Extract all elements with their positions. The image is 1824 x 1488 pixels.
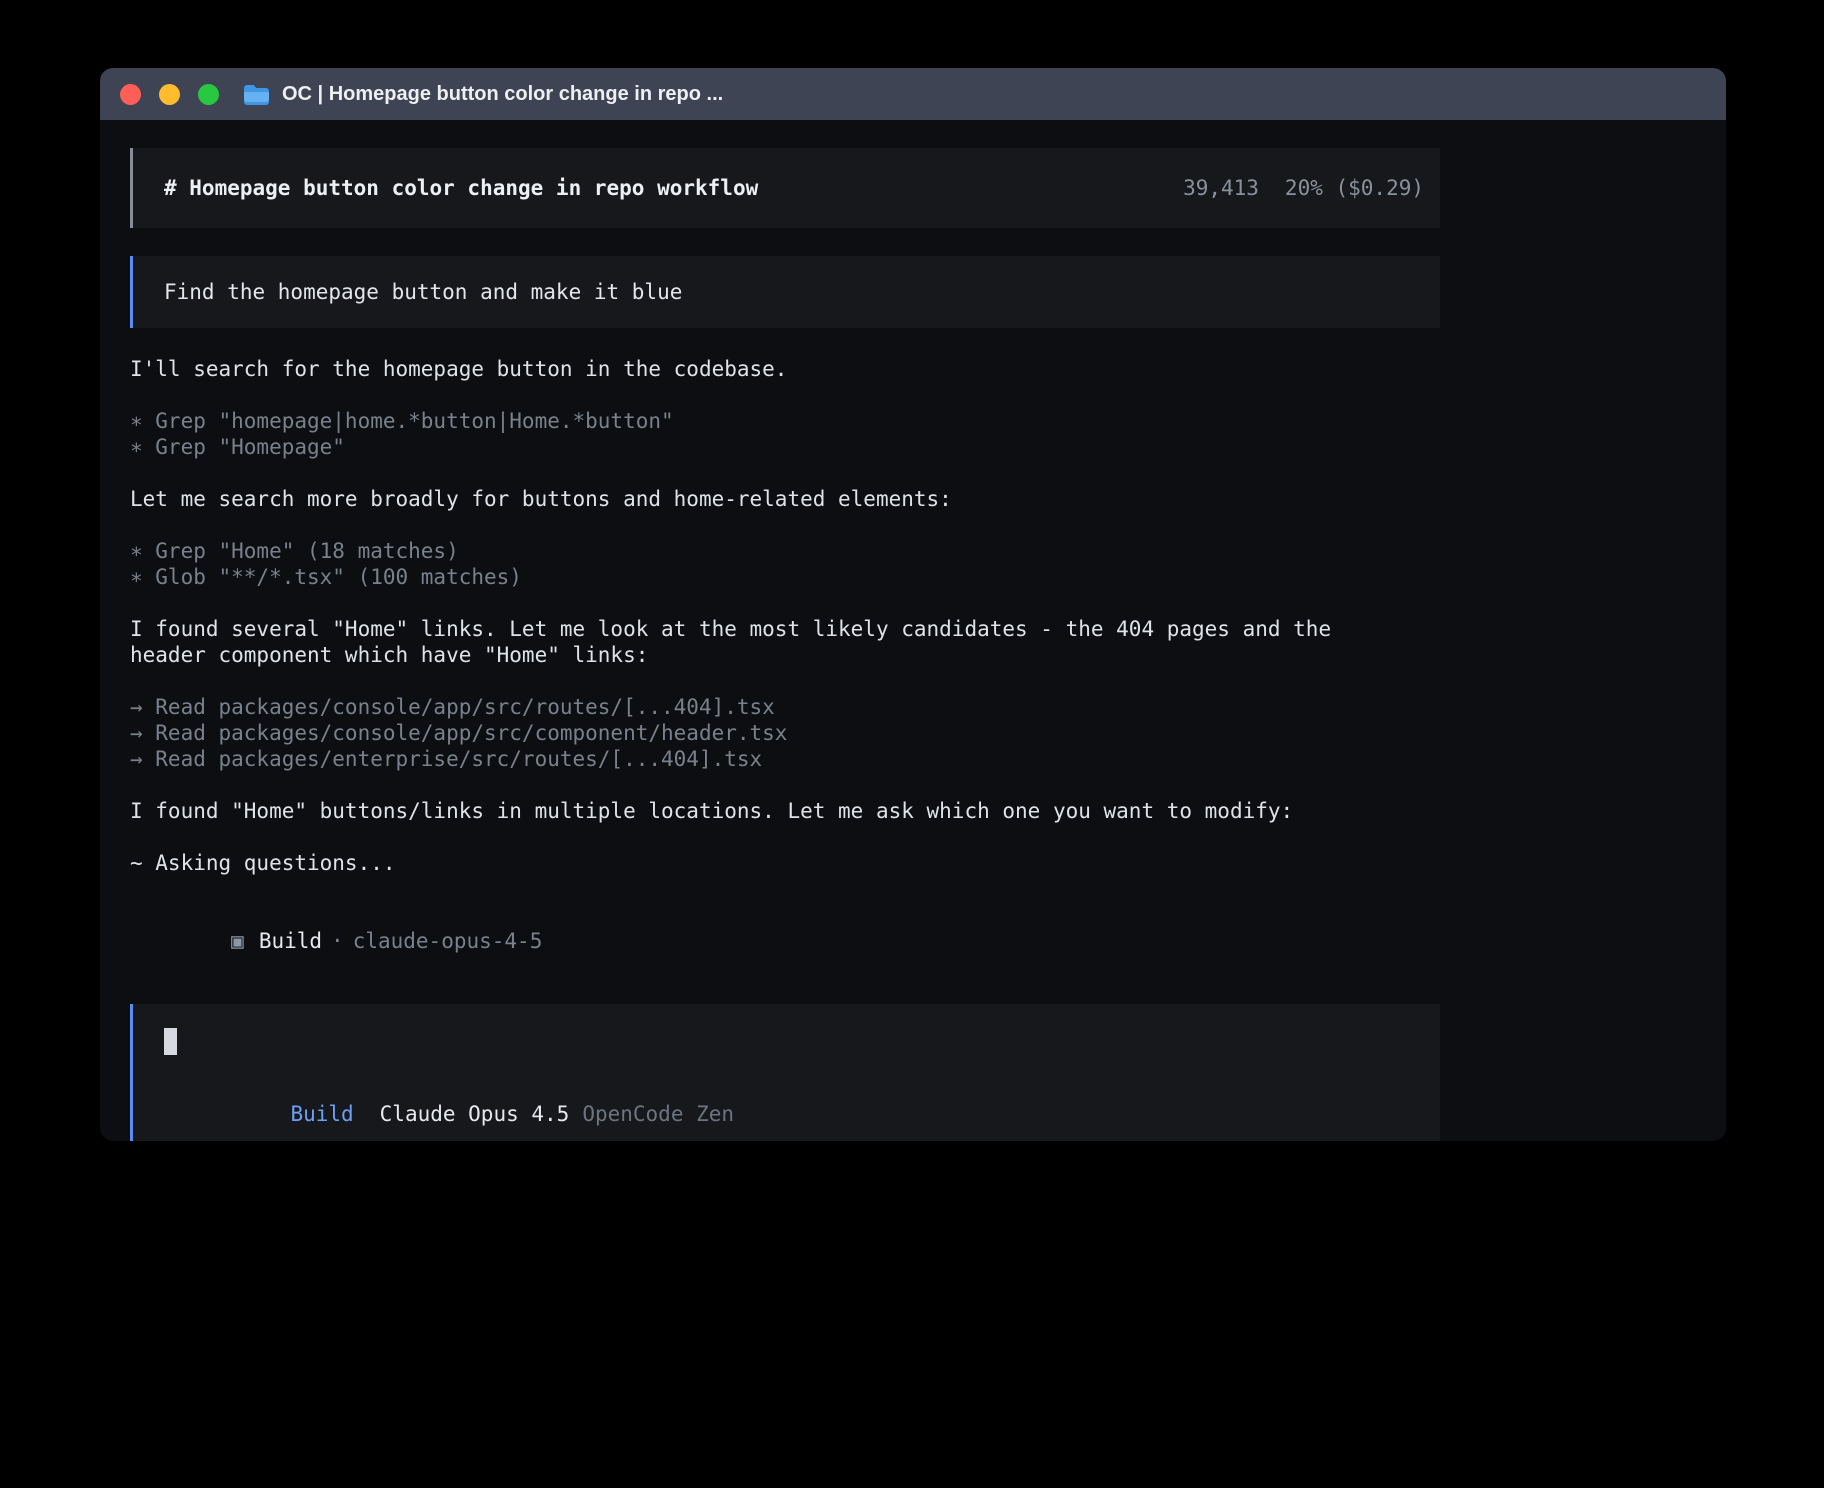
model-label: Claude Opus 4.5 bbox=[380, 1102, 570, 1126]
zoom-button[interactable] bbox=[198, 84, 219, 105]
tool-call-line: ∗ Grep "Home" (18 matches) bbox=[130, 538, 1440, 564]
assistant-message: I'll search for the homepage button in t… bbox=[130, 356, 1440, 382]
provider-label: OpenCode Zen bbox=[582, 1102, 734, 1126]
assistant-status-message: ~ Asking questions... bbox=[130, 850, 1440, 876]
tool-call-line: ∗ Glob "**/*.tsx" (100 matches) bbox=[130, 564, 1440, 590]
context-usage: 20% ($0.29) bbox=[1285, 176, 1424, 200]
tool-call-group: ∗ Grep "homepage|home.*button|Home.*butt… bbox=[130, 408, 1440, 460]
content-column: # Homepage button color change in repo w… bbox=[130, 148, 1440, 1141]
agent-status-line: ▣ Build · claude-opus-4-5 bbox=[130, 902, 1440, 980]
user-message: Find the homepage button and make it blu… bbox=[130, 256, 1440, 328]
terminal-window: OC | Homepage button color change in rep… bbox=[100, 68, 1726, 1141]
assistant-text-line: I'll search for the homepage button in t… bbox=[130, 356, 1440, 382]
assistant-message: I found several "Home" links. Let me loo… bbox=[130, 616, 1440, 668]
window-title: OC | Homepage button color change in rep… bbox=[282, 83, 723, 106]
agent-separator: · bbox=[331, 929, 344, 953]
assistant-text-line: I found several "Home" links. Let me loo… bbox=[130, 616, 1440, 642]
tool-call-line: ∗ Grep "Homepage" bbox=[130, 434, 1440, 460]
tool-call-group: → Read packages/console/app/src/routes/[… bbox=[130, 694, 1440, 772]
prompt-input[interactable]: Build Claude Opus 4.5 OpenCode Zen bbox=[130, 1004, 1440, 1141]
input-meta: Build Claude Opus 4.5 OpenCode Zen bbox=[164, 1075, 1409, 1141]
terminal-content: # Homepage button color change in repo w… bbox=[100, 120, 1726, 1141]
folder-icon bbox=[243, 83, 270, 106]
tool-call-line: → Read packages/console/app/src/componen… bbox=[130, 720, 1440, 746]
minimize-button[interactable] bbox=[159, 84, 180, 105]
session-stats: 39,413 20% ($0.29) bbox=[1183, 176, 1424, 200]
tool-call-group: ∗ Grep "Home" (18 matches) ∗ Glob "**/*.… bbox=[130, 538, 1440, 590]
assistant-status-line: ~ Asking questions... bbox=[130, 850, 1440, 876]
agent-name: Build bbox=[259, 929, 322, 953]
tool-call-line: → Read packages/console/app/src/routes/[… bbox=[130, 694, 1440, 720]
assistant-text-line: I found "Home" buttons/links in multiple… bbox=[130, 798, 1440, 824]
close-button[interactable] bbox=[120, 84, 141, 105]
text-cursor bbox=[164, 1028, 177, 1055]
assistant-message: I found "Home" buttons/links in multiple… bbox=[130, 798, 1440, 824]
agent-mode-label[interactable]: Build bbox=[290, 1102, 353, 1126]
tool-call-line: ∗ Grep "homepage|home.*button|Home.*butt… bbox=[130, 408, 1440, 434]
user-message-text: Find the homepage button and make it blu… bbox=[164, 280, 682, 304]
assistant-text-line: Let me search more broadly for buttons a… bbox=[130, 486, 1440, 512]
traffic-lights bbox=[120, 84, 219, 105]
transcript: I'll search for the homepage button in t… bbox=[130, 356, 1440, 876]
session-header: # Homepage button color change in repo w… bbox=[130, 148, 1440, 228]
session-title: # Homepage button color change in repo w… bbox=[164, 176, 758, 200]
agent-model: claude-opus-4-5 bbox=[353, 929, 543, 953]
token-count: 39,413 bbox=[1183, 176, 1259, 200]
assistant-text-line: header component which have "Home" links… bbox=[130, 642, 1440, 668]
agent-icon: ▣ bbox=[231, 929, 244, 953]
assistant-message: Let me search more broadly for buttons a… bbox=[130, 486, 1440, 512]
tool-call-line: → Read packages/enterprise/src/routes/[.… bbox=[130, 746, 1440, 772]
titlebar[interactable]: OC | Homepage button color change in rep… bbox=[100, 68, 1726, 120]
